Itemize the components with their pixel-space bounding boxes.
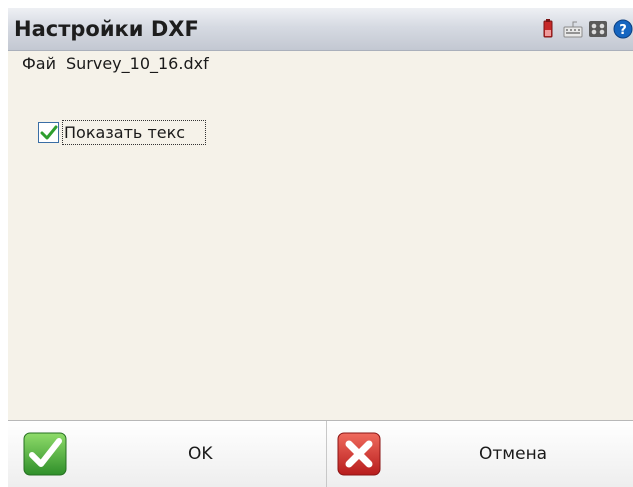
button-bar: OK Отмена [8, 420, 633, 487]
cancel-button[interactable]: Отмена [326, 421, 633, 487]
help-icon[interactable]: ? [613, 19, 633, 39]
file-label: Фай [22, 54, 56, 73]
ok-button[interactable]: OK [8, 421, 325, 487]
svg-text:?: ? [619, 23, 627, 38]
show-text-checkbox-row[interactable]: Показать текс [38, 120, 206, 145]
battery-icon[interactable] [538, 19, 558, 39]
cancel-label: Отмена [479, 444, 548, 464]
show-text-checkbox[interactable] [38, 122, 59, 143]
ok-label: OK [188, 444, 213, 464]
dialog-title: Настройки DXF [14, 17, 199, 41]
dialog-window: Настройки DXF ? Фай Survey_10_16.dxf Пок… [0, 0, 633, 487]
ok-check-icon [23, 432, 67, 476]
file-value: Survey_10_16.dxf [65, 54, 209, 73]
keyboard-icon[interactable] [563, 19, 583, 39]
dialog-content [8, 51, 633, 420]
status-tray: ? [538, 18, 633, 40]
file-row: Фай Survey_10_16.dxf [22, 54, 209, 73]
cancel-x-icon [337, 432, 381, 476]
checkmark-icon [40, 125, 57, 139]
status-icon[interactable] [588, 19, 608, 39]
title-bar: Настройки DXF ? [8, 8, 633, 51]
show-text-label[interactable]: Показать текс [62, 120, 206, 145]
